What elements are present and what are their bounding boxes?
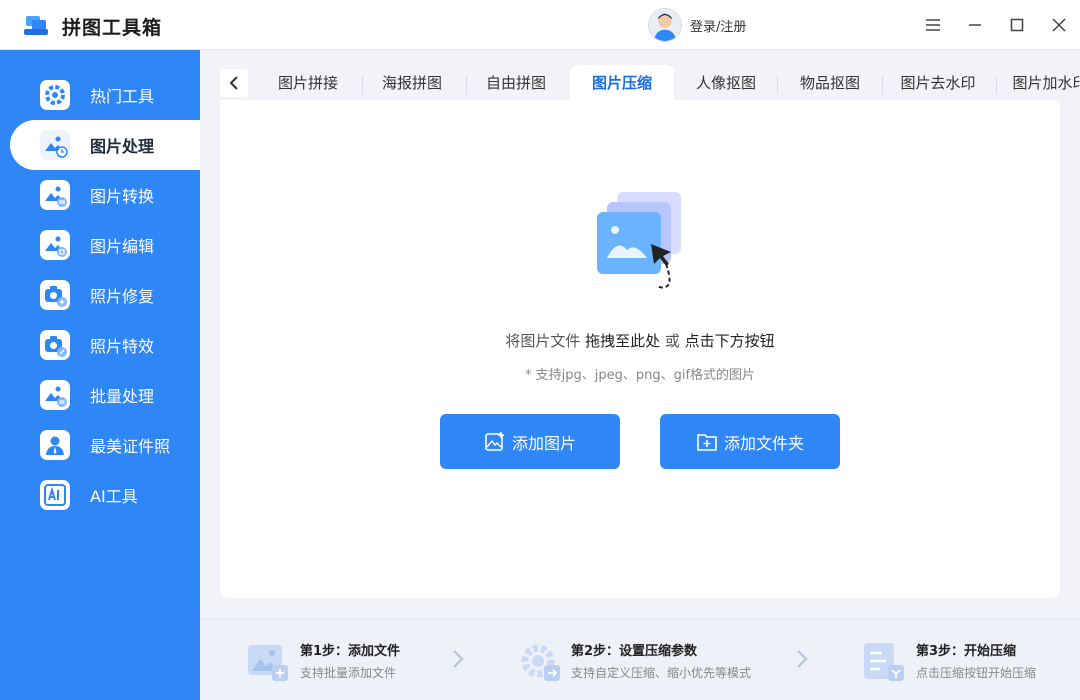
tab-separator: [777, 76, 778, 94]
app-title: 拼图工具箱: [62, 17, 163, 39]
gear-tools-icon: [40, 80, 70, 110]
chevron-right-icon: [453, 650, 464, 668]
sidebar-item-photo-effects[interactable]: 照片特效: [10, 320, 200, 370]
sidebar-item-id-photo[interactable]: 最美证件照: [10, 420, 200, 470]
avatar[interactable]: [648, 8, 682, 42]
tab-separator: [362, 76, 363, 94]
sidebar-item-label: 最美证件照: [90, 437, 171, 456]
tab-free-collage[interactable]: 自由拼图: [464, 65, 568, 100]
step-1-desc: 支持批量添加文件: [300, 666, 397, 680]
sidebar-item-label: 照片特效: [90, 337, 155, 356]
image-clock-icon: [40, 130, 70, 160]
tab-add-watermark[interactable]: 图片加水印: [998, 65, 1080, 100]
title-bar: 拼图工具箱 登录/注册: [0, 0, 1080, 50]
tab-poster-collage[interactable]: 海报拼图: [360, 65, 464, 100]
sidebar-item-hot-tools[interactable]: 热门工具: [10, 70, 200, 120]
sidebar-item-photo-repair[interactable]: 照片修复: [10, 270, 200, 320]
add-image-label: 添加图片: [511, 433, 576, 453]
minimize-icon: [969, 24, 981, 26]
sidebar-item-label: 图片处理: [90, 137, 155, 156]
step-2-desc: 支持自定义压缩、缩小优先等模式: [571, 666, 752, 680]
tab-image-compress[interactable]: 图片压缩: [570, 65, 674, 100]
camera-wand-icon: [40, 330, 70, 360]
sidebar-item-label: 批量处理: [90, 387, 155, 406]
tab-image-stitch[interactable]: 图片拼接: [256, 65, 360, 100]
menu-icon: [926, 19, 940, 31]
chevron-right-icon: [797, 650, 808, 668]
step-1-title: 第1步：添加文件: [300, 644, 401, 659]
tab-separator: [882, 76, 883, 94]
sidebar-item-ai-tools[interactable]: AI工具: [10, 470, 200, 520]
login-register-link[interactable]: 登录/注册: [690, 16, 746, 35]
add-image-button[interactable]: 添加图片: [440, 414, 620, 469]
maximize-icon: [1010, 18, 1024, 32]
tab-remove-watermark[interactable]: 图片去水印: [886, 65, 990, 100]
add-image-icon: [485, 431, 504, 451]
ai-icon: [40, 480, 70, 510]
close-button[interactable]: [1044, 10, 1074, 40]
steps-guide: 第1步：添加文件 支持批量添加文件 第2步：设置压缩参数 支持自定义压缩、缩小优…: [200, 618, 1080, 700]
image-batch-icon: [40, 380, 70, 410]
login-area[interactable]: 登录/注册: [648, 8, 746, 42]
add-folder-label: 添加文件夹: [723, 433, 804, 453]
tab-scroll-left-button[interactable]: [220, 69, 248, 97]
upload-image-illustration: [597, 192, 681, 289]
step-3-title: 第3步：开始压缩: [916, 644, 1017, 659]
compress-step-icon: [864, 643, 904, 681]
sidebar-item-label: 照片修复: [90, 287, 155, 306]
tab-separator: [466, 76, 467, 94]
upload-drop-zone[interactable]: 将图片文件 拖拽至此处 或 点击下方按钮 * 支持jpg、jpeg、png、gi…: [220, 100, 1060, 598]
sidebar-item-image-edit[interactable]: 图片编辑: [10, 220, 200, 270]
settings-step-icon: [521, 644, 560, 681]
minimize-button[interactable]: [960, 10, 990, 40]
drop-hint-text: 将图片文件 拖拽至此处 或 点击下方按钮: [505, 332, 775, 350]
step-3-desc: 点击压缩按钮开始压缩: [916, 666, 1037, 680]
menu-button[interactable]: [918, 10, 948, 40]
step-2-title: 第2步：设置压缩参数: [571, 644, 698, 659]
tab-object-cutout[interactable]: 物品抠图: [778, 65, 882, 100]
add-folder-button[interactable]: 添加文件夹: [660, 414, 840, 469]
id-photo-icon: [40, 430, 70, 460]
close-icon: [1052, 18, 1066, 32]
tab-separator: [996, 76, 997, 94]
supported-format-hint: * 支持jpg、jpeg、png、gif格式的图片: [524, 368, 756, 383]
sidebar-item-batch-processing[interactable]: 批量处理: [10, 370, 200, 420]
sidebar-item-label: AI工具: [90, 487, 138, 506]
add-file-step-icon: [248, 645, 288, 681]
sidebar-item-label: 热门工具: [90, 87, 155, 106]
image-edit-icon: [40, 230, 70, 260]
image-convert-icon: [40, 180, 70, 210]
sidebar: 热门工具 图片处理 图片转换 图片编辑 照片修复 照片特效 批量处理 最美证件照…: [0, 50, 200, 700]
maximize-button[interactable]: [1002, 10, 1032, 40]
sidebar-item-image-convert[interactable]: 图片转换: [10, 170, 200, 220]
sidebar-item-image-processing[interactable]: 图片处理: [10, 120, 200, 170]
chevron-left-icon: [229, 76, 238, 90]
tab-portrait-cutout[interactable]: 人像抠图: [674, 65, 778, 100]
camera-plus-icon: [40, 280, 70, 310]
sidebar-item-label: 图片编辑: [90, 237, 155, 256]
app-logo-icon: [24, 16, 48, 35]
tab-bar: 图片拼接 海报拼图 自由拼图 图片压缩 人像抠图 物品抠图 图片去水印 图片加水…: [256, 65, 1080, 100]
add-folder-icon: [697, 433, 717, 451]
sidebar-item-label: 图片转换: [90, 187, 155, 206]
